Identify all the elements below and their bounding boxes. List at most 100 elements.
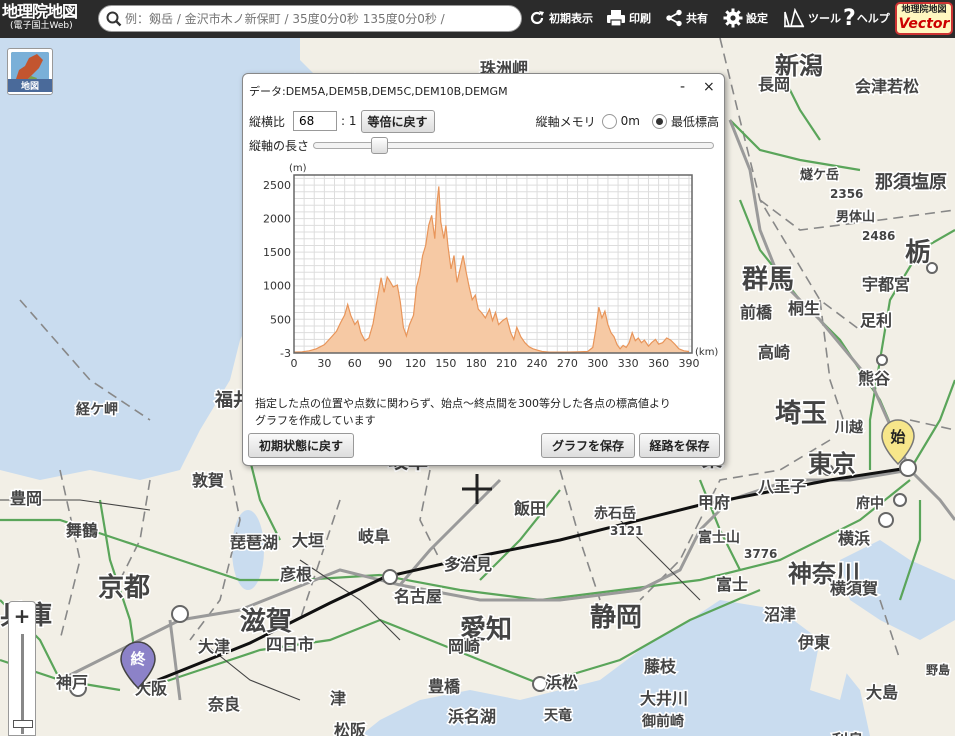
x-axis-unit: (km)	[695, 347, 718, 358]
axis-min-radio[interactable]	[651, 113, 667, 129]
zoom-track[interactable]	[21, 634, 24, 734]
share-label: 共有	[686, 12, 708, 25]
elevation-chart: 0 30 60 90 120 150 180 210 240 270 300 330 360 390 -3 5…	[263, 163, 718, 370]
reset-view-button[interactable]: 初期表示	[528, 7, 593, 29]
x-tick-label: 30	[317, 357, 331, 370]
map-label: 前橋	[740, 303, 773, 322]
share-button[interactable]: 共有	[665, 7, 708, 29]
basemap-label: 地図	[8, 79, 52, 92]
x-tick-label: 180	[466, 357, 487, 370]
map-label: 那須塩原	[875, 171, 947, 193]
reset-view-label: 初期表示	[549, 12, 593, 25]
save-graph-button[interactable]: グラフを保存	[541, 433, 635, 458]
x-tick-label: 150	[435, 357, 456, 370]
map-label: 御前崎	[641, 713, 684, 730]
ruler-icon	[784, 8, 805, 28]
y-tick-label: 2500	[263, 179, 291, 192]
map-label: 大垣	[292, 531, 324, 550]
map-label: 豊橋	[428, 677, 461, 696]
map-label: 滋賀	[240, 606, 292, 637]
profile-note-line2: グラフを作成しています	[255, 414, 376, 427]
y-tick-label: 1500	[263, 246, 291, 259]
map-label: 横浜	[838, 529, 870, 548]
help-icon: ?	[843, 5, 856, 31]
axis-length-slider-handle[interactable]	[371, 137, 388, 154]
profile-note-line1: 指定した点の位置や点数に関わらず、始点～終点間を300等分した各点の標高値より	[255, 397, 671, 410]
x-tick-label: 90	[378, 357, 392, 370]
map-label: 津	[330, 689, 346, 708]
map-label: 経ケ岬	[76, 401, 118, 418]
vector-map-line2: Vector	[898, 16, 950, 32]
y-tick-label: 1000	[263, 280, 291, 293]
map-label: 足利	[860, 311, 892, 330]
map-label: 岐阜	[358, 527, 390, 546]
print-button[interactable]: 印刷	[606, 7, 651, 29]
x-tick-label: 60	[348, 357, 362, 370]
help-label: ヘルプ	[856, 12, 890, 25]
save-route-button[interactable]: 経路を保存	[639, 433, 720, 458]
print-label: 印刷	[629, 12, 651, 25]
map-label: 赤石岳	[594, 505, 636, 522]
axis-min-label: 最低標高	[670, 114, 719, 129]
zoom-handle[interactable]	[13, 720, 33, 728]
profile-note: 指定した点の位置や点数に関わらず、始点～終点間を300等分した各点の標高値より …	[255, 395, 715, 429]
reset-ratio-button[interactable]: 等倍に戻す	[360, 109, 435, 133]
basemap-button[interactable]: 地図	[7, 48, 53, 95]
x-tick-label: 120	[405, 357, 426, 370]
settings-button[interactable]: 設定	[723, 7, 768, 29]
x-tick-label: 240	[527, 357, 548, 370]
map-label: 大津	[198, 637, 230, 656]
minimize-button[interactable]: -	[680, 79, 685, 95]
x-tick-label: 300	[587, 357, 608, 370]
zoom-in-button[interactable]: +	[9, 604, 35, 628]
map-label: 高崎	[758, 343, 790, 362]
x-tick-label: 0	[291, 357, 298, 370]
map-label: 富士山	[698, 529, 740, 546]
logo-subtitle: (電子国土Web)	[10, 21, 73, 31]
map-label: 敦賀	[192, 471, 224, 490]
logo-title: 地理院地図	[2, 2, 78, 21]
map-label: 多治見	[444, 555, 492, 574]
map-label: 名古屋	[394, 587, 442, 606]
map-label: 府中	[856, 495, 884, 512]
end-marker-label: 終	[130, 650, 146, 668]
map-label: 3776	[744, 547, 777, 561]
share-icon	[666, 9, 682, 27]
axis-length-label: 縦軸の長さ	[249, 138, 310, 153]
map-label: 桐生	[788, 299, 820, 318]
help-button[interactable]: ? ヘルプ	[843, 5, 890, 31]
x-tick-label: 390	[678, 357, 699, 370]
search-box	[98, 5, 522, 32]
map-label: 四日市	[266, 635, 314, 654]
map-label: 群馬	[741, 265, 794, 295]
printer-icon	[607, 10, 625, 27]
map-label: 京都	[98, 572, 150, 603]
vector-map-line1: 地理院地図	[901, 5, 947, 15]
ratio-input[interactable]	[293, 111, 338, 131]
map-label: 伊東	[797, 633, 830, 652]
map-label: 2486	[862, 229, 895, 243]
app-header: 地理院地図 (電子国土Web) 初期表示 印刷 共有 設定 ツール ? ヘルプ …	[0, 0, 955, 38]
map-label: 東京	[808, 450, 856, 478]
tools-button[interactable]: ツール	[783, 7, 841, 29]
map-label: 神戸	[56, 673, 88, 692]
x-tick-label: 330	[618, 357, 639, 370]
map-label: 宇都宮	[862, 275, 910, 294]
close-button[interactable]: ×	[703, 79, 715, 95]
map-label: 野島	[926, 662, 950, 677]
ratio-label: 縦横比	[249, 114, 286, 129]
search-input[interactable]	[125, 9, 515, 28]
map-label: 天竜	[544, 707, 572, 724]
map-label: 静岡	[590, 602, 642, 633]
x-tick-label: 270	[557, 357, 578, 370]
map-label: 長岡	[758, 75, 790, 94]
reset-state-button[interactable]: 初期状態に戻す	[248, 433, 354, 458]
x-tick-label: 360	[648, 357, 669, 370]
axis-zero-radio[interactable]	[601, 113, 617, 129]
axis-length-row: 縦軸の長さ	[249, 137, 309, 153]
axis-memory-label: 縦軸メモリ	[535, 114, 596, 129]
app-logo[interactable]: 地理院地図 (電子国土Web)	[2, 3, 97, 35]
map-label: 浜名湖	[448, 707, 496, 726]
vector-map-button[interactable]: 地理院地図 Vector	[895, 2, 953, 35]
map-label: 藤枝	[644, 657, 677, 676]
